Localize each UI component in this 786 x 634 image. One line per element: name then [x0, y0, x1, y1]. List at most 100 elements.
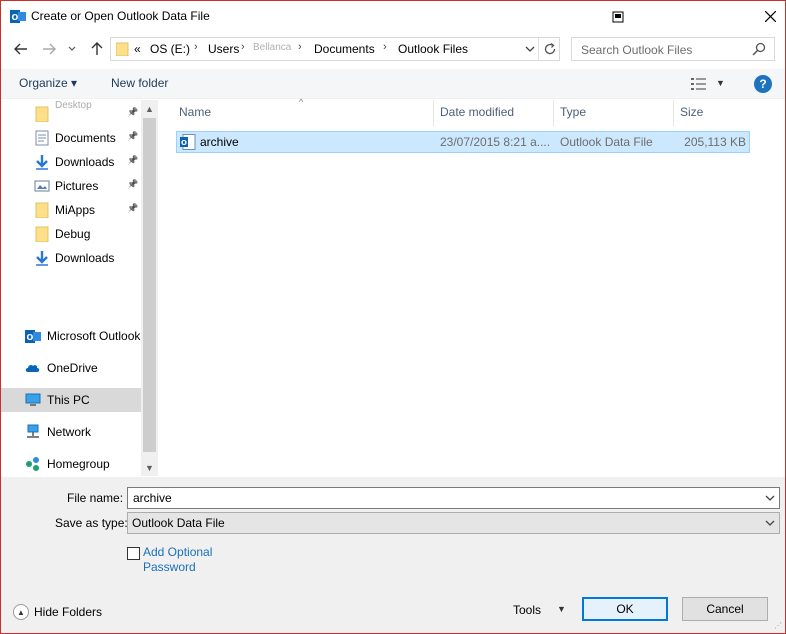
scroll-up-icon[interactable]: ▲ — [141, 100, 158, 117]
file-size: 205,113 KB — [684, 135, 746, 149]
sidebar-item-microsoft-outlook[interactable]: O Microsoft Outlook — [1, 324, 141, 348]
back-button[interactable] — [10, 38, 32, 60]
organize-menu[interactable]: Organize ▾ — [19, 76, 77, 90]
column-header-date-modified[interactable]: Date modified — [440, 105, 514, 119]
file-date-modified: 23/07/2015 8:21 a.... — [440, 135, 551, 149]
sidebar-item-this-pc[interactable]: This PC — [1, 388, 141, 412]
pin-icon[interactable]: 📌 — [127, 107, 138, 118]
add-password-checkbox[interactable] — [127, 547, 140, 560]
chevron-down-icon[interactable] — [765, 520, 775, 527]
add-password-link[interactable]: Add Optional Password — [143, 545, 212, 575]
view-details-icon[interactable] — [691, 77, 707, 91]
close-icon — [764, 11, 776, 22]
refresh-icon[interactable] — [543, 42, 557, 56]
view-options-dropdown-icon[interactable]: ▼ — [716, 78, 725, 88]
file-row[interactable]: O archive 23/07/2015 8:21 a.... Outlook … — [176, 131, 750, 153]
sidebar-item-homegroup[interactable]: Homegroup — [1, 452, 141, 476]
file-list: ^ Name Date modified Type Size O archive… — [159, 97, 785, 476]
save-as-type-select[interactable]: Outlook Data File — [127, 512, 780, 534]
sidebar-item-label: Debug — [55, 227, 91, 241]
save-as-type-value[interactable]: Outlook Data File — [132, 516, 225, 530]
address-bar[interactable]: « OS (E:) › Users › Bellanca › Documents… — [110, 37, 560, 61]
save-panel: File name: archive Save as type: Outlook… — [1, 477, 785, 633]
address-dropdown-icon[interactable] — [525, 46, 535, 53]
column-divider[interactable] — [433, 100, 434, 126]
save-as-type-label: Save as type: — [55, 516, 128, 530]
resize-grip-icon[interactable]: ⋰ — [774, 621, 782, 630]
sidebar-item-label: Downloads — [55, 251, 115, 265]
sidebar-item-label: Homegroup — [47, 457, 110, 471]
sidebar-item-documents[interactable]: Documents 📌 — [1, 126, 141, 150]
sidebar-item-label: Documents — [55, 131, 116, 145]
scroll-thumb[interactable] — [143, 118, 156, 452]
folder-icon — [116, 42, 129, 56]
sidebar-item-debug[interactable]: Debug — [1, 222, 141, 246]
pictures-icon — [34, 178, 50, 194]
breadcrumb-separator-icon[interactable]: › — [194, 41, 198, 53]
sidebar-item-pictures[interactable]: Pictures 📌 — [1, 174, 141, 198]
chevron-up-icon: ▲ — [13, 604, 29, 620]
scroll-down-icon[interactable]: ▼ — [141, 459, 158, 476]
up-button[interactable] — [86, 38, 108, 60]
column-divider[interactable] — [553, 100, 554, 126]
tools-menu[interactable]: Tools ▼ — [513, 600, 571, 622]
breadcrumb-documents[interactable]: Documents — [314, 42, 375, 56]
sidebar-item-miapps[interactable]: MiApps 📌 — [1, 198, 141, 222]
breadcrumb-user[interactable]: Bellanca — [253, 42, 291, 53]
breadcrumb-users[interactable]: Users — [208, 42, 239, 56]
breadcrumb-separator-icon[interactable]: › — [241, 41, 245, 53]
cancel-button[interactable]: Cancel — [682, 597, 768, 621]
recent-locations-button[interactable] — [63, 38, 81, 60]
sidebar-item-label: OneDrive — [47, 361, 98, 375]
column-divider[interactable] — [673, 100, 674, 126]
pin-icon[interactable]: 📌 — [127, 203, 138, 214]
file-name[interactable]: archive — [200, 135, 239, 149]
breadcrumb-separator-icon[interactable]: › — [298, 41, 302, 53]
svg-text:O: O — [181, 139, 187, 147]
sidebar-item-label: Network — [47, 425, 92, 439]
breadcrumb-outlook-files[interactable]: Outlook Files — [398, 42, 468, 56]
help-icon[interactable]: ? — [754, 75, 772, 93]
sidebar-item-label: Desktop — [55, 100, 92, 111]
column-header-size[interactable]: Size — [680, 105, 703, 119]
sidebar-item-onedrive[interactable]: OneDrive — [1, 356, 141, 380]
sidebar-item-network[interactable]: Network — [1, 420, 141, 444]
onedrive-icon — [25, 360, 41, 376]
folder-icon — [34, 106, 50, 123]
svg-text:O: O — [27, 333, 34, 342]
sidebar-item-downloads[interactable]: Downloads — [1, 246, 141, 270]
pin-icon[interactable]: 📌 — [127, 155, 138, 166]
file-name-input[interactable]: archive — [127, 487, 780, 509]
search-icon[interactable] — [752, 42, 766, 56]
address-divider — [538, 38, 539, 60]
folder-icon — [34, 202, 50, 219]
forward-button[interactable] — [38, 38, 60, 60]
pin-icon[interactable]: 📌 — [127, 131, 138, 142]
breadcrumb-separator-icon[interactable]: › — [383, 41, 387, 53]
column-header-type[interactable]: Type — [560, 105, 586, 119]
breadcrumb-overflow[interactable]: « — [134, 42, 141, 56]
add-password-label-line1[interactable]: Add Optional — [143, 545, 212, 560]
search-box[interactable]: Search Outlook Files — [571, 37, 775, 61]
outlook-app-icon: O — [10, 10, 26, 23]
new-folder-button[interactable]: New folder — [111, 76, 168, 90]
navigation-row: « OS (E:) › Users › Bellanca › Documents… — [1, 36, 785, 64]
command-bar: Organize ▾ New folder ▼ ? — [1, 69, 785, 99]
sidebar-item-downloads[interactable]: Downloads 📌 — [1, 150, 141, 174]
add-password-label-line2[interactable]: Password — [143, 560, 212, 575]
file-name-value[interactable]: archive — [133, 491, 172, 505]
window-title: Create or Open Outlook Data File — [31, 9, 210, 23]
sidebar-item-desktop[interactable]: Desktop 📌 — [1, 100, 141, 126]
context-help-button[interactable] — [595, 1, 641, 32]
file-type: Outlook Data File — [560, 135, 653, 149]
pin-icon[interactable]: 📌 — [127, 179, 138, 190]
navigation-scrollbar[interactable]: ▲ ▼ — [141, 100, 158, 476]
close-button[interactable] — [747, 1, 786, 32]
outlook-icon: O — [25, 328, 41, 344]
chevron-down-icon[interactable] — [765, 495, 775, 502]
breadcrumb-os-drive[interactable]: OS (E:) — [150, 42, 190, 56]
column-header-name[interactable]: Name — [179, 105, 211, 119]
title-bar: O Create or Open Outlook Data File — [1, 1, 785, 32]
search-placeholder[interactable]: Search Outlook Files — [581, 43, 692, 57]
ok-button[interactable]: OK — [582, 597, 668, 621]
